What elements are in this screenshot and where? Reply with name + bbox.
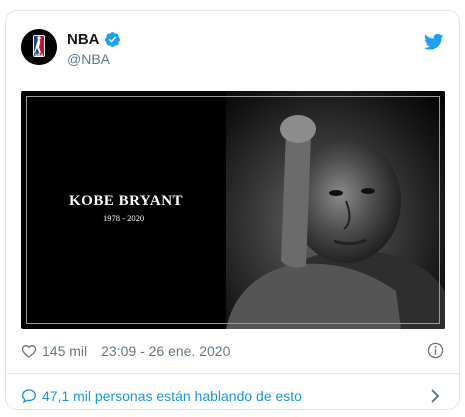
tweet-card: NBA NBA @NBA KOBE BRYANT 1978 - 2020 145… <box>5 10 460 410</box>
author-display-name[interactable]: NBA <box>67 31 100 48</box>
author-handle[interactable]: @NBA <box>67 51 110 67</box>
memorial-title: KOBE BRYANT <box>69 193 184 209</box>
chevron-right-icon <box>431 389 440 403</box>
tweet-timestamp[interactable]: 23:09 - 26 ene. 2020 <box>101 343 230 359</box>
avatar[interactable]: NBA <box>21 29 57 65</box>
heart-icon[interactable] <box>21 343 37 359</box>
author-name-row: NBA <box>67 31 121 48</box>
memorial-years: 1978 - 2020 <box>103 213 145 223</box>
twitter-bird-icon[interactable] <box>424 33 444 51</box>
conversation-label: 47,1 mil personas están hablando de esto <box>42 388 302 404</box>
divider <box>6 373 459 374</box>
tweet-meta: 145 mil 23:09 - 26 ene. 2020 <box>21 341 444 361</box>
conversation-link[interactable]: 47,1 mil personas están hablando de esto <box>21 386 444 406</box>
verified-badge-icon <box>104 32 120 47</box>
memorial-frame <box>26 96 440 324</box>
tweet-header: NBA NBA @NBA <box>21 29 444 69</box>
tweet-media-image[interactable]: KOBE BRYANT 1978 - 2020 <box>21 91 445 329</box>
info-icon[interactable] <box>427 342 444 359</box>
speech-bubble-icon <box>21 389 37 404</box>
like-count[interactable]: 145 mil <box>42 343 87 359</box>
logo-text: NBA <box>35 52 44 57</box>
